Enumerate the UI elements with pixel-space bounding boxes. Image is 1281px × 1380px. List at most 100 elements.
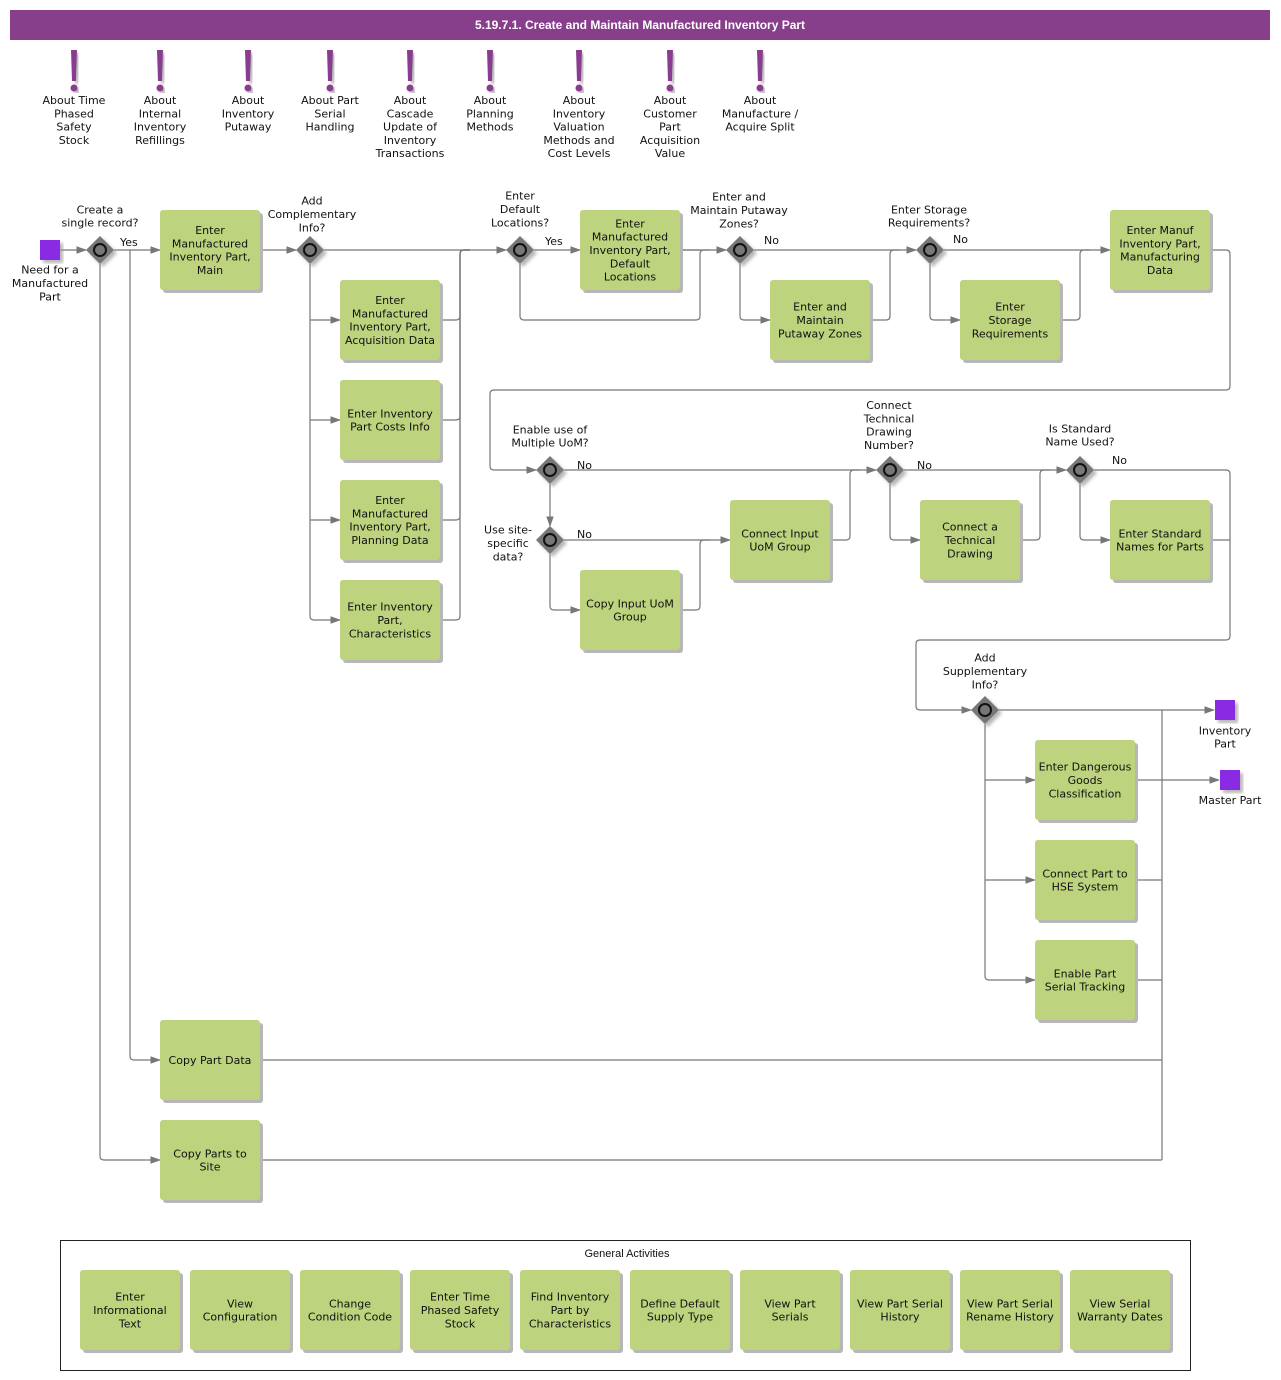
task-t-planning[interactable]: Enter Manufactured Inventory Part, Planning… bbox=[340, 480, 443, 563]
general-activity[interactable]: Define Default Supply Type bbox=[630, 1270, 733, 1353]
connector bbox=[309, 264, 342, 624]
annotation-label: About Internal Inventory Refillings bbox=[134, 94, 187, 147]
exclamation-icon bbox=[666, 50, 674, 92]
exclamation-icon bbox=[156, 50, 164, 92]
exclamation-icon bbox=[244, 50, 252, 92]
general-activity[interactable]: View Part Serial Rename History bbox=[960, 1270, 1063, 1353]
gateway-g-putaway[interactable] bbox=[726, 236, 754, 264]
gateway-g-stdname[interactable] bbox=[1066, 456, 1094, 484]
gateway-g-drawing[interactable] bbox=[876, 456, 904, 484]
gateway-diamond-icon bbox=[876, 456, 904, 484]
gateway-g-site[interactable] bbox=[536, 526, 564, 554]
branch-label: No bbox=[577, 528, 592, 541]
general-activity[interactable]: Find Inventory Part by Characteristics bbox=[520, 1270, 623, 1353]
gateway-diamond-icon bbox=[916, 236, 944, 264]
connector bbox=[129, 250, 162, 1064]
task-t-copyuom[interactable]: Copy Input UoM Group bbox=[580, 570, 683, 653]
gateway-diamond-icon bbox=[86, 236, 114, 264]
general-activity[interactable]: View Part Serials bbox=[740, 1270, 843, 1353]
event-end-inventory[interactable] bbox=[1215, 700, 1235, 720]
gateway-diamond-icon bbox=[1066, 456, 1094, 484]
annotation-a5[interactable]: About Cascade Update of Inventory Transactio… bbox=[375, 50, 445, 160]
task-t-putaway[interactable]: Enter and Maintain Putaway Zones bbox=[770, 280, 873, 363]
gateway-question: Enter Storage Requirements? bbox=[888, 203, 970, 229]
connector bbox=[889, 484, 922, 544]
gateway-question: Create a single record? bbox=[61, 203, 138, 229]
event-label: Inventory Part bbox=[1199, 724, 1252, 750]
annotations: About Time Phased Safety Stock About Internal… bbox=[43, 50, 799, 160]
event-square-icon bbox=[40, 240, 60, 260]
task-t-connuom[interactable]: Connect Input UoM Group bbox=[730, 500, 833, 583]
connector bbox=[1060, 249, 1090, 321]
task-t-char[interactable]: Enter Inventory Part, Characteristics bbox=[340, 580, 443, 663]
task-label: Enable Part Serial Tracking bbox=[1045, 967, 1125, 993]
gateway-diamond-icon bbox=[536, 456, 564, 484]
task-t-defloc[interactable]: Enter Manufactured Inventory Part, Default L… bbox=[580, 210, 683, 293]
annotation-a3[interactable]: About Inventory Putaway bbox=[222, 50, 275, 134]
connector bbox=[929, 264, 962, 324]
branch-label: Yes bbox=[119, 236, 138, 249]
annotation-label: About Cascade Update of Inventory Transactio… bbox=[375, 94, 445, 160]
gateway-question: Use site-specific data? bbox=[484, 524, 532, 564]
annotation-label: About Customer Part Acquisition Value bbox=[640, 94, 700, 160]
event-end-master[interactable] bbox=[1220, 770, 1240, 790]
general-activity[interactable]: Enter Informational Text bbox=[80, 1270, 183, 1353]
exclamation-icon bbox=[326, 50, 334, 92]
annotation-a9[interactable]: About Manufacture / Acquire Split bbox=[722, 50, 799, 134]
general-activities-title: General Activities bbox=[585, 1248, 670, 1260]
general-activity[interactable]: Enter Time Phased Safety Stock bbox=[410, 1270, 513, 1353]
general-activity-label: Define Default Supply Type bbox=[640, 1297, 720, 1323]
task-label: Connect a Technical Drawing bbox=[942, 521, 998, 561]
exclamation-icon bbox=[70, 50, 78, 92]
task-t-copydata[interactable]: Copy Part Data bbox=[160, 1020, 263, 1103]
general-activity[interactable]: Change Condition Code bbox=[300, 1270, 403, 1353]
gateway-g-single[interactable] bbox=[86, 236, 114, 264]
exclamation-icon bbox=[486, 50, 494, 92]
connector bbox=[680, 539, 710, 611]
task-t-hse[interactable]: Connect Part to HSE System bbox=[1035, 840, 1138, 923]
gateway-g-default-loc[interactable] bbox=[506, 236, 534, 264]
gateway-diamond-icon bbox=[536, 526, 564, 554]
gateway-question: Enter and Maintain Putaway Zones? bbox=[690, 191, 788, 231]
task-t-copysite[interactable]: Copy Parts to Site bbox=[160, 1120, 263, 1203]
branch-label: Yes bbox=[544, 235, 563, 248]
gateway-question: Enable use of Multiple UoM? bbox=[511, 423, 588, 449]
annotation-label: About Inventory Valuation Methods and Cost L… bbox=[543, 94, 614, 160]
task-t-costs[interactable]: Enter Inventory Part Costs Info bbox=[340, 380, 443, 463]
gateway-diamond-icon bbox=[971, 696, 999, 724]
branch-label: No bbox=[1112, 454, 1127, 467]
gateway-question: Add Complementary Info? bbox=[268, 195, 357, 235]
task-t-drawing[interactable]: Connect a Technical Drawing bbox=[920, 500, 1023, 583]
task-t-serial[interactable]: Enable Part Serial Tracking bbox=[1035, 940, 1138, 1023]
event-start[interactable] bbox=[40, 240, 60, 260]
branch-label: No bbox=[764, 234, 779, 247]
general-activity[interactable]: View Serial Warranty Dates bbox=[1070, 1270, 1173, 1353]
gateway-diamond-icon bbox=[506, 236, 534, 264]
task-t-main[interactable]: Enter Manufactured Inventory Part, Main bbox=[160, 210, 263, 293]
gateway-question: Connect Technical Drawing Number? bbox=[863, 399, 915, 452]
gateway-g-storage[interactable] bbox=[916, 236, 944, 264]
connector bbox=[440, 249, 470, 621]
annotation-a2[interactable]: About Internal Inventory Refillings bbox=[134, 50, 187, 147]
connector bbox=[440, 249, 470, 321]
gateway-g-complementary[interactable] bbox=[296, 236, 324, 264]
task-t-dangerous[interactable]: Enter Dangerous Goods Classification bbox=[1035, 740, 1138, 823]
task-t-acq[interactable]: Enter Manufactured Inventory Part, Acquisit… bbox=[340, 280, 443, 363]
gateway-g-supp[interactable] bbox=[971, 696, 999, 724]
general-activity[interactable]: View Configuration bbox=[190, 1270, 293, 1353]
annotation-a7[interactable]: About Inventory Valuation Methods and Cost L… bbox=[543, 50, 615, 160]
task-t-stdname[interactable]: Enter Standard Names for Parts bbox=[1110, 500, 1213, 583]
general-activity[interactable]: View Part Serial History bbox=[850, 1270, 953, 1353]
gateway-g-uom[interactable] bbox=[536, 456, 564, 484]
task-t-manuf[interactable]: Enter Manuf Inventory Part, Manufacturing D… bbox=[1110, 210, 1213, 293]
connector bbox=[984, 724, 1037, 984]
annotation-a1[interactable]: About Time Phased Safety Stock bbox=[43, 50, 106, 147]
annotation-a6[interactable]: About Planning Methods bbox=[466, 50, 514, 134]
annotation-a4[interactable]: About Part Serial Handling bbox=[301, 50, 360, 134]
connector bbox=[440, 249, 470, 521]
annotation-label: About Manufacture / Acquire Split bbox=[722, 94, 799, 134]
task-label: Connect Part to HSE System bbox=[1042, 867, 1128, 893]
exclamation-icon bbox=[756, 50, 764, 92]
annotation-a8[interactable]: About Customer Part Acquisition Value bbox=[640, 50, 700, 160]
task-t-storage[interactable]: Enter Storage Requirements bbox=[960, 280, 1063, 363]
